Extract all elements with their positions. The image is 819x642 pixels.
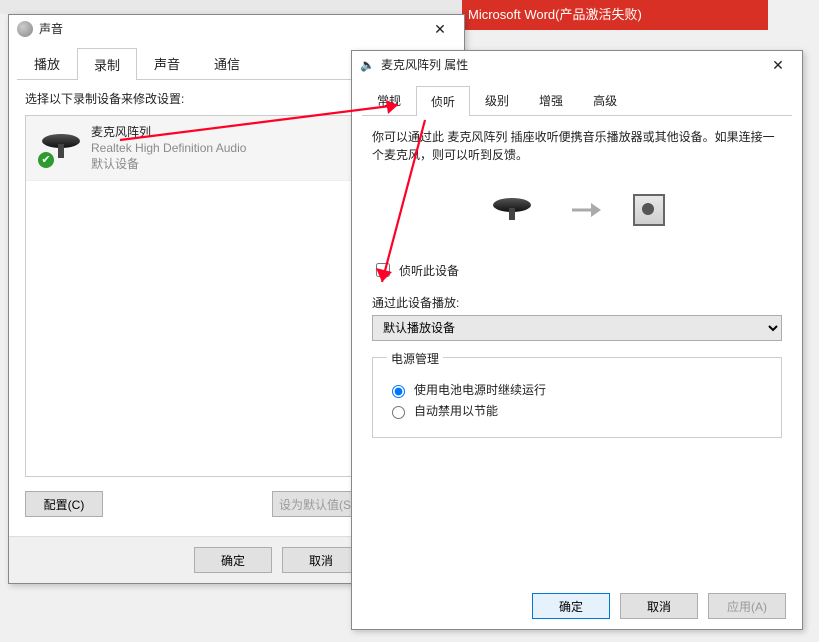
pm-label-2: 自动禁用以节能 <box>414 402 498 419</box>
prop-cancel-button[interactable]: 取消 <box>620 593 698 619</box>
pm-radio-1[interactable] <box>392 385 405 398</box>
listen-checkbox-label: 侦听此设备 <box>399 262 459 279</box>
device-status: 默认设备 <box>91 156 246 172</box>
sound-title: 声音 <box>39 15 63 43</box>
pm-legend: 电源管理 <box>387 350 443 367</box>
pm-radio-2[interactable] <box>392 406 405 419</box>
set-default-button: 设为默认值(S) <box>272 491 362 517</box>
speaker-device-icon <box>633 194 665 226</box>
pm-option-continue[interactable]: 使用电池电源时继续运行 <box>387 381 767 398</box>
signal-flow-diagram <box>372 194 782 226</box>
tab-recording[interactable]: 录制 <box>77 48 137 80</box>
pm-option-disable[interactable]: 自动禁用以节能 <box>387 402 767 419</box>
tab-sounds[interactable]: 声音 <box>137 47 197 79</box>
tab-levels[interactable]: 级别 <box>470 85 524 115</box>
prop-title: 麦克风阵列 属性 <box>381 51 468 79</box>
configure-button[interactable]: 配置(C) <box>25 491 103 517</box>
sound-ok-button[interactable]: 确定 <box>194 547 272 573</box>
tab-enhance[interactable]: 增强 <box>524 85 578 115</box>
speaker-icon: 🔈 <box>360 51 375 79</box>
listen-checkbox-row[interactable]: 侦听此设备 <box>372 260 782 280</box>
prop-button-bar: 确定 取消 应用(A) <box>352 583 802 629</box>
background-taskbar-strip <box>0 0 462 14</box>
playthrough-select[interactable]: 默认播放设备 <box>372 315 782 341</box>
word-title-strip: Microsoft Word(产品激活失败) <box>462 0 768 30</box>
prop-titlebar: 🔈 麦克风阵列 属性 ✕ <box>352 51 802 79</box>
microphone-icon: ✔ <box>36 128 91 168</box>
prop-ok-button[interactable]: 确定 <box>532 593 610 619</box>
playthrough-label: 通过此设备播放: <box>372 294 782 311</box>
sound-cancel-button[interactable]: 取消 <box>282 547 360 573</box>
sound-icon <box>17 21 33 37</box>
device-name: 麦克风阵列 <box>91 124 246 140</box>
prop-tabs: 常规 侦听 级别 增强 高级 <box>362 85 792 116</box>
sound-titlebar: 声音 ✕ <box>9 15 464 43</box>
tab-advanced[interactable]: 高级 <box>578 85 632 115</box>
listen-checkbox[interactable] <box>376 263 390 277</box>
microphone-icon <box>489 198 539 222</box>
tab-comm[interactable]: 通信 <box>197 47 257 79</box>
arrow-right-icon <box>571 201 601 219</box>
close-icon[interactable]: ✕ <box>422 15 458 43</box>
tab-listen[interactable]: 侦听 <box>416 86 470 116</box>
close-icon[interactable]: ✕ <box>760 51 796 79</box>
device-text: 麦克风阵列 Realtek High Definition Audio 默认设备 <box>91 124 246 172</box>
device-driver: Realtek High Definition Audio <box>91 140 246 156</box>
prop-apply-button: 应用(A) <box>708 593 786 619</box>
mic-properties-window: 🔈 麦克风阵列 属性 ✕ 常规 侦听 级别 增强 高级 你可以通过此 麦克风阵列… <box>351 50 803 630</box>
tab-playback[interactable]: 播放 <box>17 47 77 79</box>
listen-description: 你可以通过此 麦克风阵列 插座收听便携音乐播放器或其他设备。如果连接一个麦克风，… <box>372 128 782 164</box>
power-management-group: 电源管理 使用电池电源时继续运行 自动禁用以节能 <box>372 357 782 438</box>
tab-general[interactable]: 常规 <box>362 85 416 115</box>
pm-label-1: 使用电池电源时继续运行 <box>414 381 546 398</box>
